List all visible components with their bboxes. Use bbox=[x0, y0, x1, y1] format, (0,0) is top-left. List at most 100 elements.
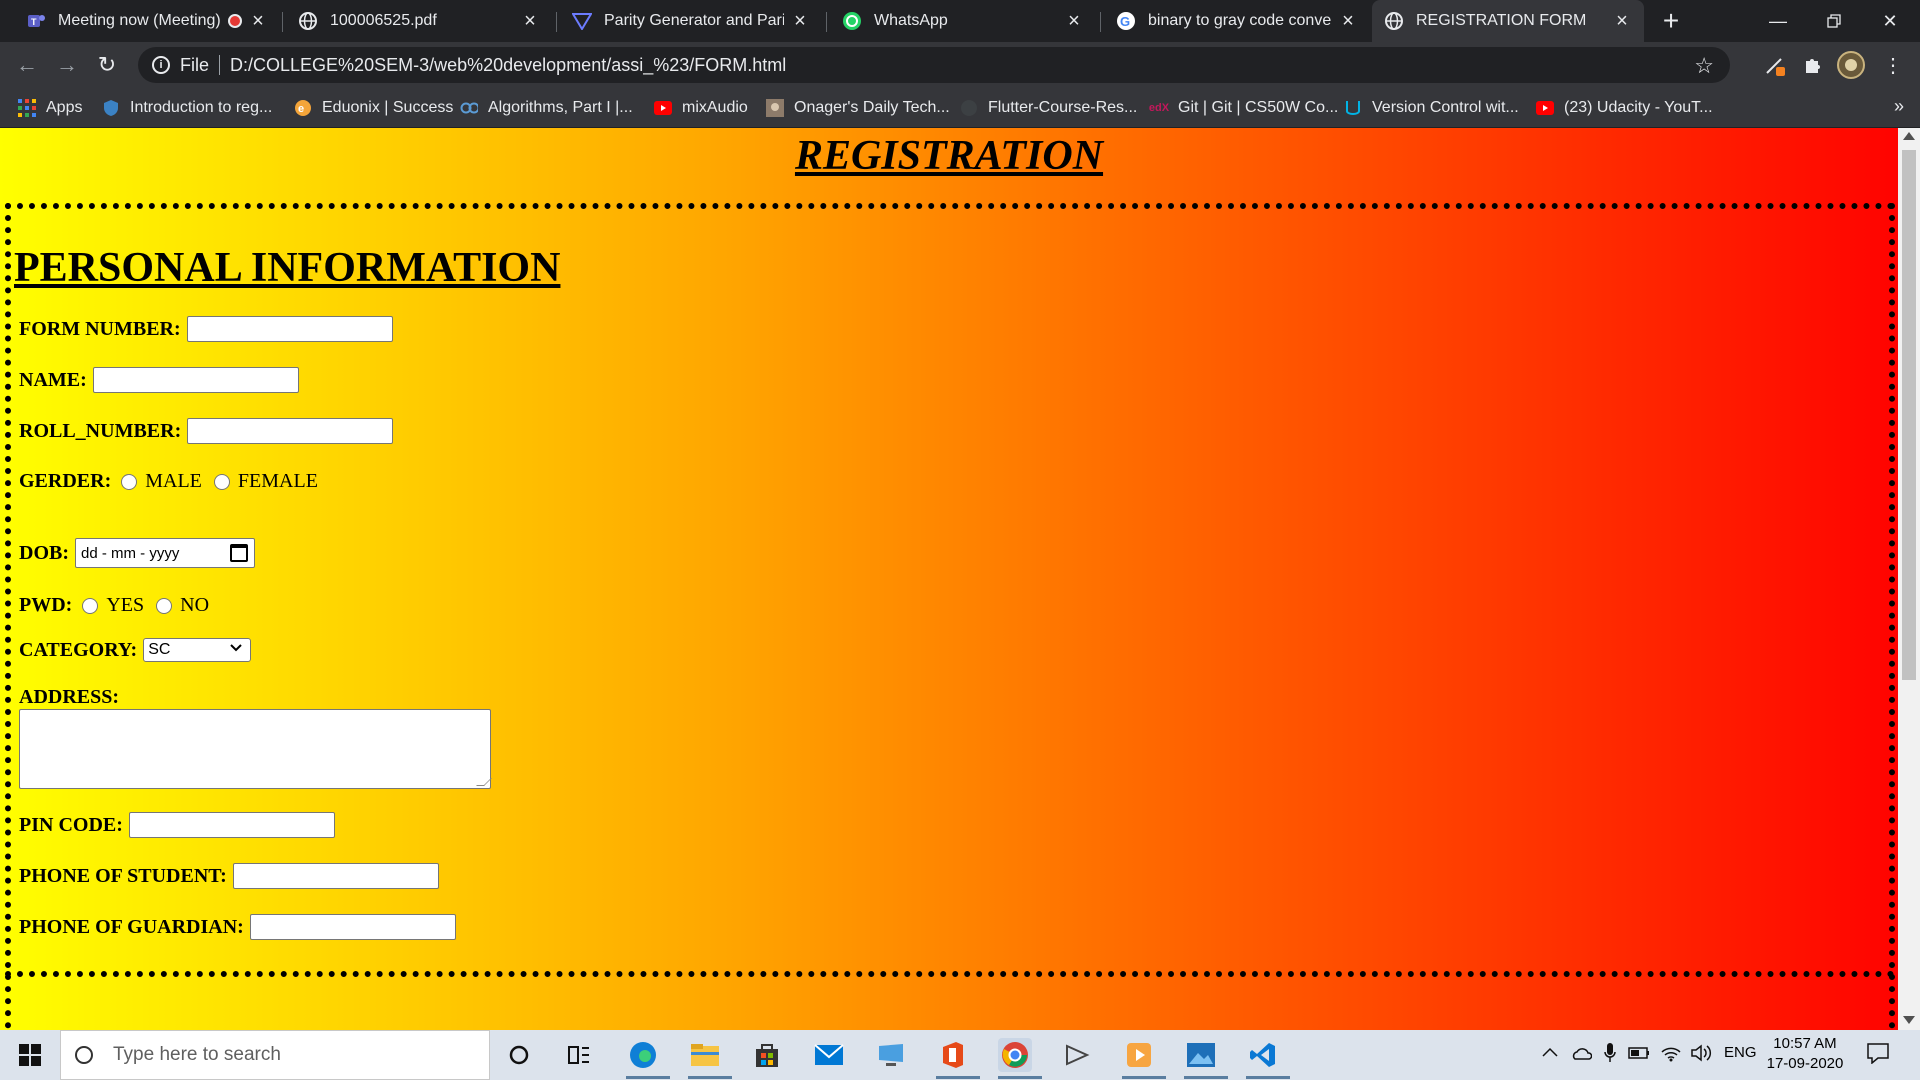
microphone-icon[interactable] bbox=[1604, 1042, 1616, 1069]
tab-registration[interactable]: REGISTRATION FORM × bbox=[1372, 0, 1644, 42]
scroll-up-icon[interactable] bbox=[1903, 132, 1915, 140]
close-icon[interactable]: × bbox=[520, 10, 540, 32]
bookmark-udacity-youtube[interactable]: (23) Udacity - YouT... bbox=[1536, 88, 1713, 128]
form-number-input[interactable] bbox=[186, 316, 393, 342]
bookmark-star-icon[interactable]: ☆ bbox=[1694, 53, 1714, 79]
divider bbox=[219, 55, 221, 75]
bookmark-label: Version Control wit... bbox=[1372, 99, 1519, 116]
cortana-icon[interactable] bbox=[502, 1038, 536, 1072]
tab-meeting[interactable]: T Meeting now (Meeting) | × bbox=[14, 0, 280, 42]
photos-icon[interactable] bbox=[1184, 1038, 1218, 1072]
pin-code-input[interactable] bbox=[128, 812, 335, 838]
wifi-icon[interactable] bbox=[1660, 1044, 1682, 1067]
address-bar[interactable]: i File D:/COLLEGE%20SEM-3/web%20developm… bbox=[138, 47, 1730, 83]
forward-button[interactable]: → bbox=[50, 48, 84, 82]
reload-button[interactable]: ↻ bbox=[90, 48, 124, 82]
url-text[interactable]: D:/COLLEGE%20SEM-3/web%20development/ass… bbox=[230, 55, 786, 76]
gender-male-radio[interactable] bbox=[121, 473, 138, 490]
bookmark-label: Eduonix | Success bbox=[322, 99, 454, 116]
onedrive-icon[interactable] bbox=[1570, 1046, 1593, 1065]
store-icon[interactable] bbox=[750, 1038, 784, 1072]
bookmark-algorithms[interactable]: Algorithms, Part I |... bbox=[460, 88, 633, 128]
bookmark-version-control[interactable]: Version Control wit... bbox=[1344, 88, 1519, 128]
tab-parity[interactable]: Parity Generator and Parity C × bbox=[560, 0, 822, 42]
close-icon[interactable]: × bbox=[790, 10, 810, 32]
bookmark-mixaudio[interactable]: mixAudio bbox=[654, 88, 748, 128]
profile-avatar[interactable] bbox=[1836, 50, 1866, 80]
category-select[interactable]: SC bbox=[143, 638, 252, 662]
file-explorer-icon[interactable] bbox=[688, 1038, 722, 1072]
bookmark-git[interactable]: edX Git | Git | CS50W Co... bbox=[1149, 88, 1338, 128]
bookmark-apps[interactable]: Apps bbox=[18, 88, 82, 128]
bookmark-eduonix[interactable]: e Eduonix | Success bbox=[294, 88, 453, 128]
address-textarea[interactable] bbox=[19, 709, 492, 789]
udacity-icon bbox=[1344, 99, 1362, 117]
phone-student-row: PHONE OF STUDENT: bbox=[19, 863, 439, 889]
bookmark-flutter[interactable]: Flutter-Course-Res... bbox=[960, 88, 1137, 128]
task-view-icon[interactable] bbox=[562, 1038, 596, 1072]
edge-icon[interactable] bbox=[626, 1038, 660, 1072]
scroll-down-icon[interactable] bbox=[1903, 1016, 1915, 1024]
bookmark-label: Introduction to reg... bbox=[130, 99, 273, 116]
bookmark-label: (23) Udacity - YouT... bbox=[1564, 99, 1713, 116]
start-button[interactable] bbox=[0, 1030, 60, 1080]
gender-female-radio[interactable] bbox=[213, 473, 230, 490]
close-icon[interactable]: × bbox=[248, 10, 268, 32]
bookmark-intro-reg[interactable]: Introduction to reg... bbox=[102, 88, 272, 128]
shield-icon bbox=[102, 99, 120, 117]
teams-icon: T bbox=[26, 11, 46, 31]
volume-icon[interactable] bbox=[1690, 1044, 1712, 1067]
vscode-icon[interactable] bbox=[1246, 1038, 1280, 1072]
phone-guardian-input[interactable] bbox=[249, 914, 456, 940]
language-indicator[interactable]: ENG bbox=[1724, 1044, 1757, 1061]
media-player-icon[interactable] bbox=[1122, 1038, 1156, 1072]
bookmark-onager[interactable]: Onager's Daily Tech... bbox=[766, 88, 950, 128]
battery-icon[interactable] bbox=[1628, 1046, 1650, 1065]
minimize-button[interactable]: — bbox=[1750, 0, 1806, 42]
resize-grip-icon[interactable] bbox=[476, 778, 492, 786]
form-border-bottom bbox=[5, 971, 1895, 977]
chrome-icon[interactable] bbox=[998, 1038, 1032, 1072]
phone-student-input[interactable] bbox=[232, 863, 439, 889]
close-icon[interactable]: × bbox=[1612, 10, 1632, 32]
restore-button[interactable] bbox=[1806, 0, 1862, 42]
mail-icon[interactable] bbox=[812, 1038, 846, 1072]
pwd-no-radio[interactable] bbox=[156, 597, 173, 614]
name-row: NAME: bbox=[19, 367, 299, 393]
tab-whatsapp[interactable]: WhatsApp × bbox=[830, 0, 1096, 42]
more-bookmarks-icon[interactable]: » bbox=[1894, 96, 1904, 117]
vertical-scrollbar[interactable] bbox=[1898, 128, 1920, 1030]
pen-extension-icon[interactable] bbox=[1760, 50, 1790, 80]
office-icon[interactable] bbox=[936, 1038, 970, 1072]
gender-female-label: FEMALE bbox=[237, 470, 318, 492]
tab-divider bbox=[1100, 12, 1101, 32]
roll-number-input[interactable] bbox=[187, 418, 394, 444]
tab-title: WhatsApp bbox=[874, 12, 948, 29]
taskbar-search[interactable]: Type here to search bbox=[60, 1030, 490, 1080]
back-button[interactable]: ← bbox=[10, 48, 44, 82]
menu-kebab-icon[interactable]: ⋮ bbox=[1878, 50, 1908, 80]
pc-icon[interactable] bbox=[874, 1038, 908, 1072]
calendar-icon[interactable] bbox=[230, 544, 248, 562]
close-icon[interactable]: × bbox=[1064, 10, 1084, 32]
notifications-icon[interactable] bbox=[1866, 1042, 1890, 1069]
roll-number-label: ROLL_NUMBER: bbox=[19, 419, 182, 442]
search-icon bbox=[75, 1046, 93, 1064]
close-window-button[interactable]: ✕ bbox=[1862, 0, 1918, 42]
close-icon[interactable]: × bbox=[1338, 10, 1358, 32]
chevron-up-icon[interactable] bbox=[1542, 1044, 1558, 1062]
info-icon[interactable]: i bbox=[152, 56, 170, 74]
pen-app-icon[interactable] bbox=[1060, 1038, 1094, 1072]
name-input[interactable] bbox=[92, 367, 299, 393]
windows-taskbar: Type here to search ENG 10:57 AM 17-09-2… bbox=[0, 1030, 1920, 1080]
extensions-puzzle-icon[interactable] bbox=[1798, 50, 1828, 80]
pwd-yes-label: YES bbox=[106, 594, 145, 616]
pwd-yes-radio[interactable] bbox=[82, 597, 99, 614]
tab-pdf[interactable]: 100006525.pdf × bbox=[286, 0, 552, 42]
dob-input[interactable]: dd - mm - yyyy bbox=[75, 538, 255, 568]
github-icon bbox=[960, 99, 978, 117]
tab-gray-code[interactable]: G binary to gray code converte × bbox=[1104, 0, 1370, 42]
clock[interactable]: 10:57 AM 17-09-2020 bbox=[1760, 1034, 1850, 1074]
scrollbar-thumb[interactable] bbox=[1902, 150, 1916, 680]
new-tab-button[interactable]: + bbox=[1654, 4, 1688, 38]
